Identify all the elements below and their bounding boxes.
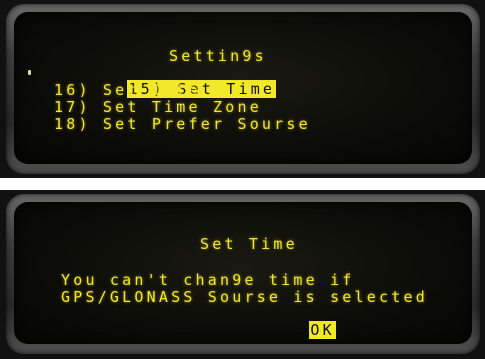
menu-item-set-date[interactable]: 16) Set Date (54, 82, 201, 98)
message-line-2: GPS/GLONASS Sourse is selected (61, 288, 428, 306)
ok-button[interactable]: OK (236, 306, 336, 354)
ok-button-label: OK (309, 321, 336, 339)
menu-item-set-prefer-source[interactable]: 18) Set Prefer Sourse (54, 116, 311, 132)
settings-title: Settin9s (169, 47, 267, 65)
lcd-screen-set-time: Set Time You can't chan9e time if GPS/GL… (14, 202, 472, 344)
set-time-title: Set Time (200, 235, 298, 253)
message-line-1: You can't chan9e time if (61, 271, 355, 289)
set-time-photo: Set Time You can't chan9e time if GPS/GL… (0, 190, 485, 359)
pixel-marker (28, 70, 31, 75)
menu-item-set-time-zone[interactable]: 17) Set Time Zone (54, 99, 262, 115)
lcd-screen-settings: Settin9s 15) Set Time 16) Set Date 17) S… (14, 12, 472, 164)
settings-photo: Settin9s 15) Set Time 16) Set Date 17) S… (0, 0, 485, 178)
